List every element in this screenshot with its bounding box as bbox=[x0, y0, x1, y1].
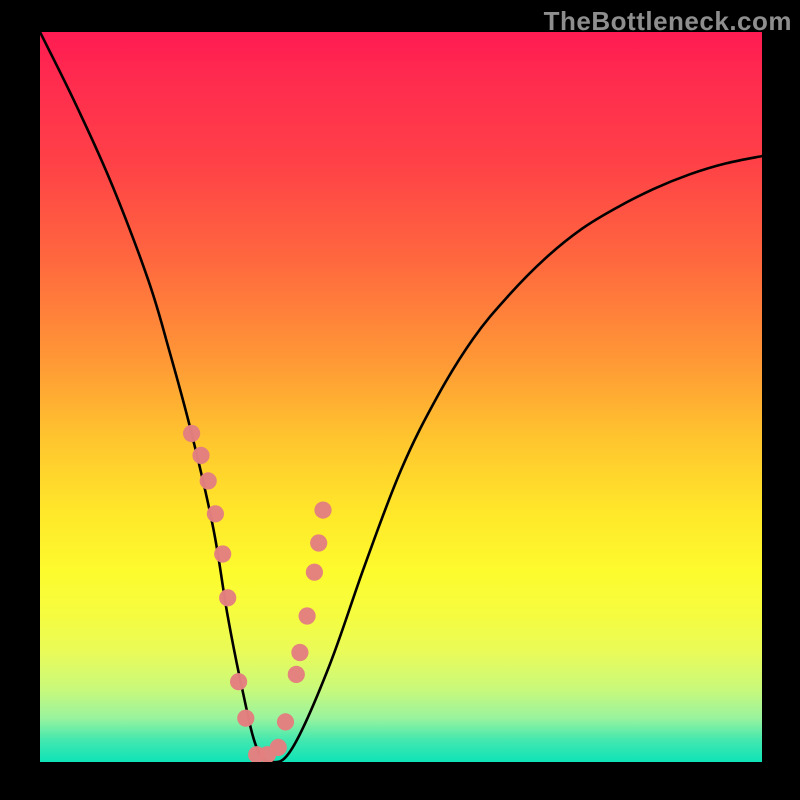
curve-svg bbox=[40, 32, 762, 762]
marker-dot bbox=[270, 739, 287, 756]
marker-dot bbox=[214, 545, 231, 562]
marker-dot bbox=[306, 564, 323, 581]
marker-dot bbox=[192, 447, 209, 464]
chart-stage: TheBottleneck.com bbox=[0, 0, 800, 800]
marker-dot bbox=[277, 713, 294, 730]
marker-dot bbox=[291, 644, 308, 661]
plot-area bbox=[40, 32, 762, 762]
marker-dot bbox=[230, 673, 247, 690]
marker-dot bbox=[314, 502, 331, 519]
marker-dot bbox=[183, 425, 200, 442]
marker-dot bbox=[237, 710, 254, 727]
marker-dot bbox=[207, 505, 224, 522]
marker-dot bbox=[288, 666, 305, 683]
bottleneck-curve-line bbox=[40, 32, 762, 762]
marker-dot bbox=[219, 589, 236, 606]
marker-dot bbox=[200, 472, 217, 489]
marker-dot bbox=[299, 607, 316, 624]
marker-dot bbox=[310, 534, 327, 551]
